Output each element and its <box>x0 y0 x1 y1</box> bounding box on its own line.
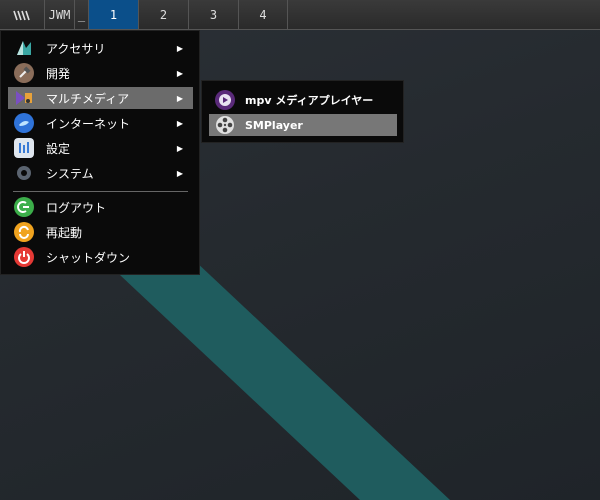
menu-item-label: 設定 <box>46 141 71 156</box>
menu-item-settings[interactable]: 設定 ▶ <box>8 137 193 159</box>
multimedia-submenu: mpv メディアプレイヤー SMPlayer <box>201 80 404 143</box>
mpv-icon <box>215 90 235 110</box>
submenu-item-smplayer[interactable]: SMPlayer <box>209 114 397 136</box>
menu-item-label: インターネット <box>46 116 131 131</box>
submenu-arrow-icon: ▶ <box>176 168 183 178</box>
menu-item-accessories[interactable]: アクセサリ ▶ <box>8 37 193 59</box>
menu-item-shutdown[interactable]: シャットダウン <box>8 246 193 268</box>
jwm-logo-icon <box>13 10 30 20</box>
accessories-icon <box>14 38 34 58</box>
root-menu: アクセサリ ▶ 開発 ▶ マルチメディア ▶ インターネット ▶ 設定 ▶ シス <box>0 30 200 275</box>
submenu-item-label: mpv メディアプレイヤー <box>245 94 374 107</box>
menu-item-system[interactable]: システム ▶ <box>8 162 193 184</box>
menu-item-label: システム <box>46 166 94 181</box>
multimedia-icon <box>14 88 34 108</box>
submenu-arrow-icon: ▶ <box>176 93 183 103</box>
smplayer-reel-icon <box>215 115 235 135</box>
menu-item-label: シャットダウン <box>46 250 131 265</box>
submenu-item-label: SMPlayer <box>245 118 303 132</box>
system-gear-icon <box>14 163 34 183</box>
jwm-button[interactable]: JWM <box>44 0 74 29</box>
start-menu-button[interactable] <box>0 0 44 29</box>
submenu-arrow-icon: ▶ <box>176 118 183 128</box>
menu-item-development[interactable]: 開発 ▶ <box>8 62 193 84</box>
workspace-1-button[interactable]: 1 <box>88 0 138 29</box>
menu-item-internet[interactable]: インターネット ▶ <box>8 112 193 134</box>
menu-item-label: マルチメディア <box>46 91 130 106</box>
logout-icon <box>14 197 34 217</box>
workspace-4-button[interactable]: 4 <box>238 0 288 29</box>
workspace-2-button[interactable]: 2 <box>138 0 188 29</box>
menu-item-multimedia[interactable]: マルチメディア ▶ <box>8 87 193 109</box>
development-hammer-icon <box>14 63 34 83</box>
internet-globe-icon <box>14 113 34 133</box>
shutdown-icon <box>14 247 34 267</box>
menu-item-restart[interactable]: 再起動 <box>8 221 193 243</box>
submenu-item-mpv[interactable]: mpv メディアプレイヤー <box>209 89 397 111</box>
menu-item-label: アクセサリ <box>46 41 106 56</box>
settings-sliders-icon <box>14 138 34 158</box>
submenu-arrow-icon: ▶ <box>176 43 183 53</box>
restart-icon <box>14 222 34 242</box>
menu-item-logout[interactable]: ログアウト <box>8 196 193 218</box>
menu-item-label: 開発 <box>46 66 71 81</box>
workspace-3-button[interactable]: 3 <box>188 0 238 29</box>
taskbar: JWM _ 1 2 3 4 <box>0 0 600 30</box>
submenu-arrow-icon: ▶ <box>176 68 183 78</box>
minimize-button[interactable]: _ <box>74 0 88 29</box>
menu-item-label: ログアウト <box>46 200 107 215</box>
menu-separator <box>13 191 188 192</box>
menu-item-label: 再起動 <box>46 225 83 240</box>
submenu-arrow-icon: ▶ <box>176 143 183 153</box>
